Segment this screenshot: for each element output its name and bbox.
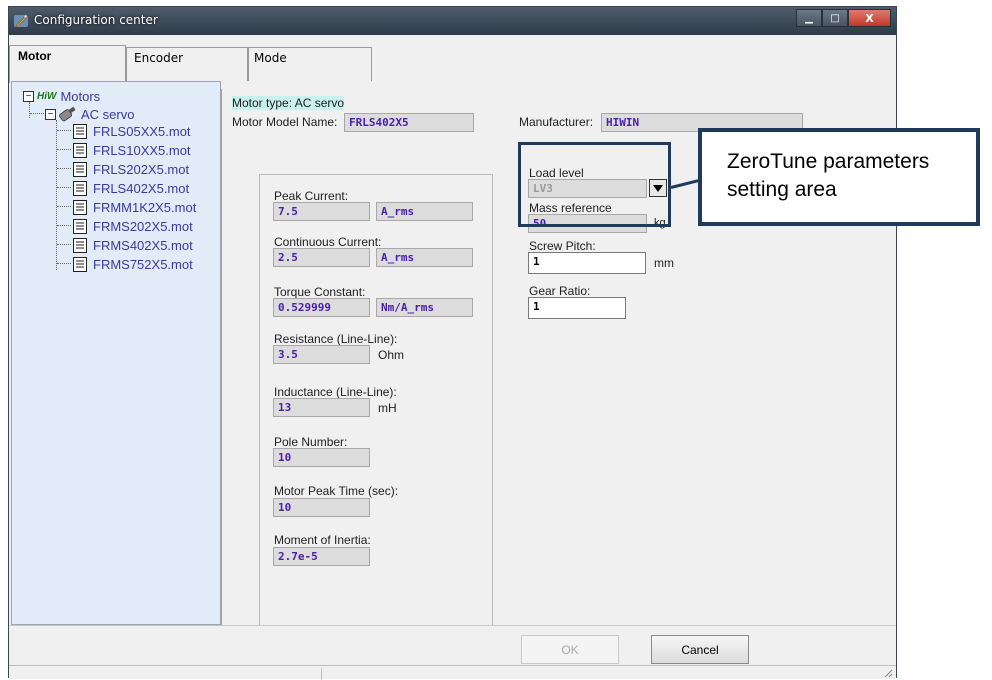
tree-connector: [57, 244, 71, 245]
tab-encoder-label: Encoder: [134, 51, 184, 65]
document-icon: [73, 237, 87, 253]
peak-current-unit: A_rms: [376, 202, 473, 221]
torque-constant-unit: Nm/A_rms: [376, 298, 473, 317]
collapse-icon[interactable]: −: [45, 108, 56, 120]
tree-item-label: FRMM1K2X5.mot: [93, 199, 197, 215]
tree-item-frms402x5[interactable]: FRMS402X5.mot: [72, 236, 193, 254]
tree-connector: [57, 225, 71, 226]
tab-encoder[interactable]: Encoder: [126, 47, 248, 81]
continuous-current-field[interactable]: 2.5: [273, 248, 370, 267]
ok-button[interactable]: OK: [521, 635, 619, 664]
tree-connector: [57, 168, 71, 169]
tree-node-ac-servo[interactable]: − AC servo: [45, 105, 134, 123]
wrench-app-icon: [14, 14, 28, 28]
status-separator: [321, 668, 322, 680]
tree-connector: [57, 149, 71, 150]
motor-type-label: Motor type: AC servo: [232, 96, 345, 110]
document-icon: [73, 123, 87, 139]
tree-item-label: FRMS402X5.mot: [93, 237, 193, 253]
resistance-unit: Ohm: [378, 348, 405, 362]
motor-model-label: Motor Model Name:: [232, 115, 338, 129]
tree-item-frls202x5[interactable]: FRLS202X5.mot: [72, 160, 189, 178]
minimize-button[interactable]: ▁: [796, 9, 822, 27]
tree-item-label: FRMS752X5.mot: [93, 256, 193, 272]
status-bar: [9, 665, 896, 680]
gear-ratio-field[interactable]: 1: [528, 297, 626, 319]
resistance-field[interactable]: 3.5: [273, 345, 370, 364]
document-icon: [73, 218, 87, 234]
tab-strip: Motor Encoder Mode: [9, 37, 896, 83]
tree-item-frls402x5[interactable]: FRLS402X5.mot: [72, 179, 189, 197]
tree-item-frms752x5[interactable]: FRMS752X5.mot: [72, 255, 193, 273]
motor-model-field[interactable]: FRLS402X5: [344, 113, 474, 132]
tree-connector: [57, 187, 71, 188]
inertia-field[interactable]: 2.7e-5: [273, 547, 370, 566]
tree-group-label: AC servo: [81, 106, 135, 122]
close-button[interactable]: X: [848, 9, 891, 27]
callout-line-2: setting area: [727, 178, 837, 201]
peak-current-label: Peak Current:: [274, 189, 349, 203]
tree-item-frls10xx5[interactable]: FRLS10XX5.mot: [72, 141, 191, 159]
maximize-button[interactable]: □: [822, 9, 848, 27]
tree-root-label: Motors: [60, 88, 101, 104]
button-bar: OK Cancel: [9, 625, 896, 665]
inductance-label: Inductance (Line-Line):: [274, 385, 397, 399]
tree-item-frls05xx5[interactable]: FRLS05XX5.mot: [72, 122, 191, 140]
tree-item-label: FRMS202X5.mot: [93, 218, 193, 234]
inductance-unit: mH: [378, 401, 397, 415]
cancel-button[interactable]: Cancel: [651, 635, 749, 664]
tree-connector: [57, 263, 71, 264]
tab-motor-label: Motor: [18, 49, 52, 63]
hiwin-logo-icon: HiW: [37, 90, 57, 102]
title-bar[interactable]: Configuration center ▁ □ X: [9, 7, 896, 35]
screw-pitch-unit: mm: [654, 256, 674, 270]
screw-pitch-field[interactable]: 1: [528, 252, 646, 274]
zerotune-callout: ZeroTune parameters setting area: [698, 128, 980, 226]
document-icon: [73, 256, 87, 272]
collapse-icon[interactable]: −: [23, 90, 34, 102]
resistance-label: Resistance (Line-Line):: [274, 332, 398, 346]
pole-number-field[interactable]: 10: [273, 448, 370, 467]
tree-item-label: FRLS402X5.mot: [93, 180, 190, 196]
tree-item-frms202x5[interactable]: FRMS202X5.mot: [72, 217, 193, 235]
tab-mode-label: Mode: [254, 51, 287, 65]
document-icon: [73, 199, 87, 215]
tab-mode[interactable]: Mode: [248, 47, 372, 81]
pole-number-label: Pole Number:: [274, 435, 348, 449]
inertia-label: Moment of Inertia:: [274, 533, 371, 547]
caption-buttons: ▁ □ X: [796, 9, 891, 27]
tab-motor[interactable]: Motor: [9, 45, 126, 83]
tree-node-motors[interactable]: − HiW Motors: [23, 87, 100, 105]
inductance-field[interactable]: 13: [273, 398, 370, 417]
window-title: Configuration center: [34, 13, 158, 27]
document-icon: [73, 142, 87, 158]
torque-constant-label: Torque Constant:: [274, 285, 366, 299]
motor-tree[interactable]: − HiW Motors − AC servo FRLS05XX5.mot FR…: [11, 81, 221, 625]
configuration-window: Configuration center ▁ □ X Motor Encoder…: [8, 6, 897, 680]
continuous-current-label: Continuous Current:: [274, 235, 382, 249]
gear-ratio-label: Gear Ratio:: [529, 284, 591, 298]
document-icon: [73, 161, 87, 177]
zerotune-highlight-box: [518, 142, 671, 227]
peak-current-field[interactable]: 7.5: [273, 202, 370, 221]
peak-time-field[interactable]: 10: [273, 498, 370, 517]
torque-constant-field[interactable]: 0.529999: [273, 298, 370, 317]
servo-motor-icon: [59, 106, 76, 122]
resize-grip-icon[interactable]: [883, 668, 893, 678]
tree-item-frmm1k2x5[interactable]: FRMM1K2X5.mot: [72, 198, 196, 216]
peak-time-label: Motor Peak Time (sec):: [274, 484, 399, 498]
tree-item-label: FRLS202X5.mot: [93, 161, 190, 177]
tree-item-label: FRLS10XX5.mot: [93, 142, 191, 158]
tree-connector: [56, 120, 57, 270]
continuous-current-unit: A_rms: [376, 248, 473, 267]
callout-line-1: ZeroTune parameters: [727, 150, 930, 173]
callout-text: ZeroTune parameters setting area: [727, 148, 929, 204]
tree-connector: [30, 113, 44, 114]
document-icon: [73, 180, 87, 196]
screw-pitch-label: Screw Pitch:: [529, 239, 596, 253]
manufacturer-label: Manufacturer:: [519, 115, 594, 129]
tree-connector: [57, 130, 71, 131]
tree-item-label: FRLS05XX5.mot: [93, 123, 191, 139]
tree-connector: [57, 206, 71, 207]
